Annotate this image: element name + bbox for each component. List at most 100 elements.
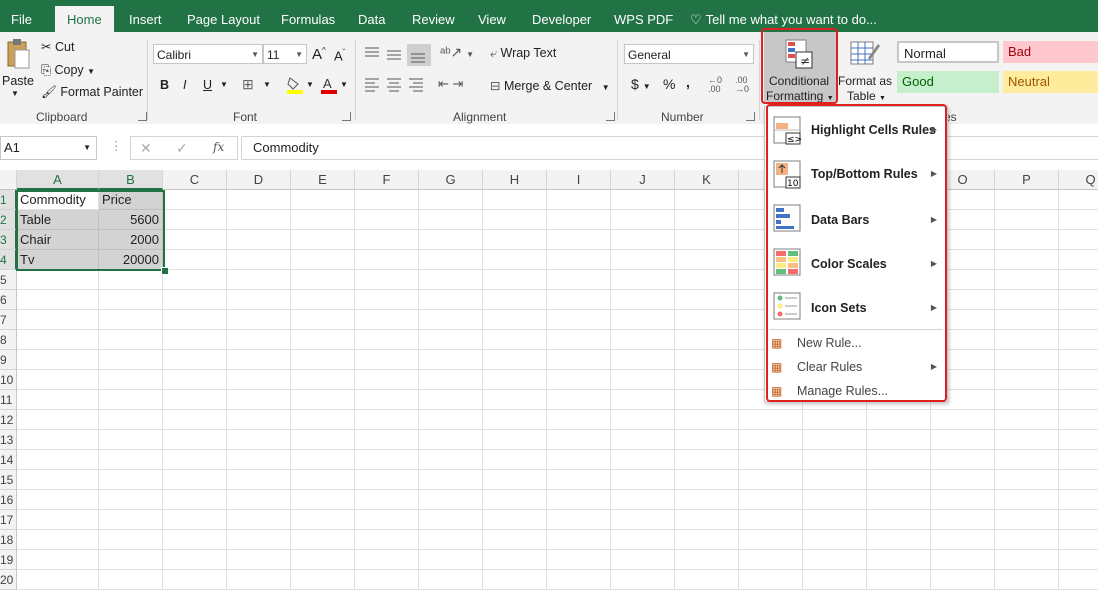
paste-button[interactable]: Paste (2, 74, 34, 88)
cell-f1[interactable] (355, 190, 419, 210)
cell-j13[interactable] (611, 430, 675, 450)
cell-f17[interactable] (355, 510, 419, 530)
cell-g19[interactable] (419, 550, 483, 570)
cell-k13[interactable] (675, 430, 739, 450)
cell-a6[interactable] (17, 290, 99, 310)
column-header-q[interactable]: Q (1059, 170, 1098, 190)
cell-q10[interactable] (1059, 370, 1098, 390)
cell-f15[interactable] (355, 470, 419, 490)
cell-j6[interactable] (611, 290, 675, 310)
font-name-select[interactable]: Calibri ▼ (153, 44, 263, 64)
row-header-16[interactable]: 16 (0, 490, 17, 510)
menu-clear-rules[interactable]: ▦ Clear Rules ▶ (765, 357, 945, 379)
cell-o19[interactable] (931, 550, 995, 570)
cell-g8[interactable] (419, 330, 483, 350)
cell-a13[interactable] (17, 430, 99, 450)
cell-c11[interactable] (163, 390, 227, 410)
cell-q12[interactable] (1059, 410, 1098, 430)
increase-decimal-icon[interactable]: ←0.00 (708, 76, 722, 94)
cell-m13[interactable] (803, 430, 867, 450)
cell-m17[interactable] (803, 510, 867, 530)
select-all-corner[interactable] (0, 170, 17, 190)
wrap-text-button[interactable]: ⤶ Wrap Text (490, 46, 556, 61)
cell-d3[interactable] (227, 230, 291, 250)
cell-j12[interactable] (611, 410, 675, 430)
cell-d20[interactable] (227, 570, 291, 590)
cell-l17[interactable] (739, 510, 803, 530)
cut-button[interactable]: ✂ Cut (41, 39, 74, 54)
cell-b6[interactable] (99, 290, 163, 310)
cell-k7[interactable] (675, 310, 739, 330)
row-header-17[interactable]: 17 (0, 510, 17, 530)
cell-g14[interactable] (419, 450, 483, 470)
cell-p7[interactable] (995, 310, 1059, 330)
cell-d4[interactable] (227, 250, 291, 270)
cell-k10[interactable] (675, 370, 739, 390)
cell-h6[interactable] (483, 290, 547, 310)
cell-b14[interactable] (99, 450, 163, 470)
cell-o14[interactable] (931, 450, 995, 470)
cancel-icon[interactable]: ✕ (140, 140, 152, 157)
cell-c17[interactable] (163, 510, 227, 530)
cell-b15[interactable] (99, 470, 163, 490)
cell-k2[interactable] (675, 210, 739, 230)
font-color-icon[interactable]: A (320, 76, 338, 94)
cell-f11[interactable] (355, 390, 419, 410)
underline-button[interactable]: U (203, 78, 212, 92)
cell-c2[interactable] (163, 210, 227, 230)
cell-p4[interactable] (995, 250, 1059, 270)
cell-b12[interactable] (99, 410, 163, 430)
cell-i11[interactable] (547, 390, 611, 410)
style-neutral[interactable]: Neutral (1003, 71, 1098, 93)
cell-h15[interactable] (483, 470, 547, 490)
cell-d14[interactable] (227, 450, 291, 470)
cell-m18[interactable] (803, 530, 867, 550)
row-header-19[interactable]: 19 (0, 550, 17, 570)
cell-p20[interactable] (995, 570, 1059, 590)
cell-b13[interactable] (99, 430, 163, 450)
cell-o18[interactable] (931, 530, 995, 550)
cell-p2[interactable] (995, 210, 1059, 230)
cell-h14[interactable] (483, 450, 547, 470)
cell-g11[interactable] (419, 390, 483, 410)
number-format-select[interactable]: General ▼ (624, 44, 754, 64)
cell-g12[interactable] (419, 410, 483, 430)
cell-e4[interactable] (291, 250, 355, 270)
cell-q15[interactable] (1059, 470, 1098, 490)
cell-q5[interactable] (1059, 270, 1098, 290)
cell-h10[interactable] (483, 370, 547, 390)
cell-q9[interactable] (1059, 350, 1098, 370)
cell-n14[interactable] (867, 450, 931, 470)
cell-j11[interactable] (611, 390, 675, 410)
cell-k12[interactable] (675, 410, 739, 430)
cell-a2[interactable]: Table (17, 210, 99, 230)
cell-e12[interactable] (291, 410, 355, 430)
cell-g7[interactable] (419, 310, 483, 330)
cell-d6[interactable] (227, 290, 291, 310)
style-normal[interactable]: Normal (897, 41, 999, 63)
row-header-9[interactable]: 9 (0, 350, 17, 370)
name-box[interactable]: A1 ▼ (0, 136, 97, 160)
cell-e3[interactable] (291, 230, 355, 250)
cell-d18[interactable] (227, 530, 291, 550)
cell-c6[interactable] (163, 290, 227, 310)
cell-o16[interactable] (931, 490, 995, 510)
cell-b2[interactable]: 5600 (99, 210, 163, 230)
cell-e5[interactable] (291, 270, 355, 290)
cell-q20[interactable] (1059, 570, 1098, 590)
cell-c4[interactable] (163, 250, 227, 270)
cell-a20[interactable] (17, 570, 99, 590)
cell-e15[interactable] (291, 470, 355, 490)
cell-j4[interactable] (611, 250, 675, 270)
cell-k11[interactable] (675, 390, 739, 410)
cell-j15[interactable] (611, 470, 675, 490)
cell-p18[interactable] (995, 530, 1059, 550)
cell-l19[interactable] (739, 550, 803, 570)
cell-q6[interactable] (1059, 290, 1098, 310)
cell-q17[interactable] (1059, 510, 1098, 530)
column-header-a[interactable]: A (17, 170, 99, 190)
style-good[interactable]: Good (897, 71, 999, 93)
cell-e20[interactable] (291, 570, 355, 590)
cell-d5[interactable] (227, 270, 291, 290)
column-header-f[interactable]: F (355, 170, 419, 190)
